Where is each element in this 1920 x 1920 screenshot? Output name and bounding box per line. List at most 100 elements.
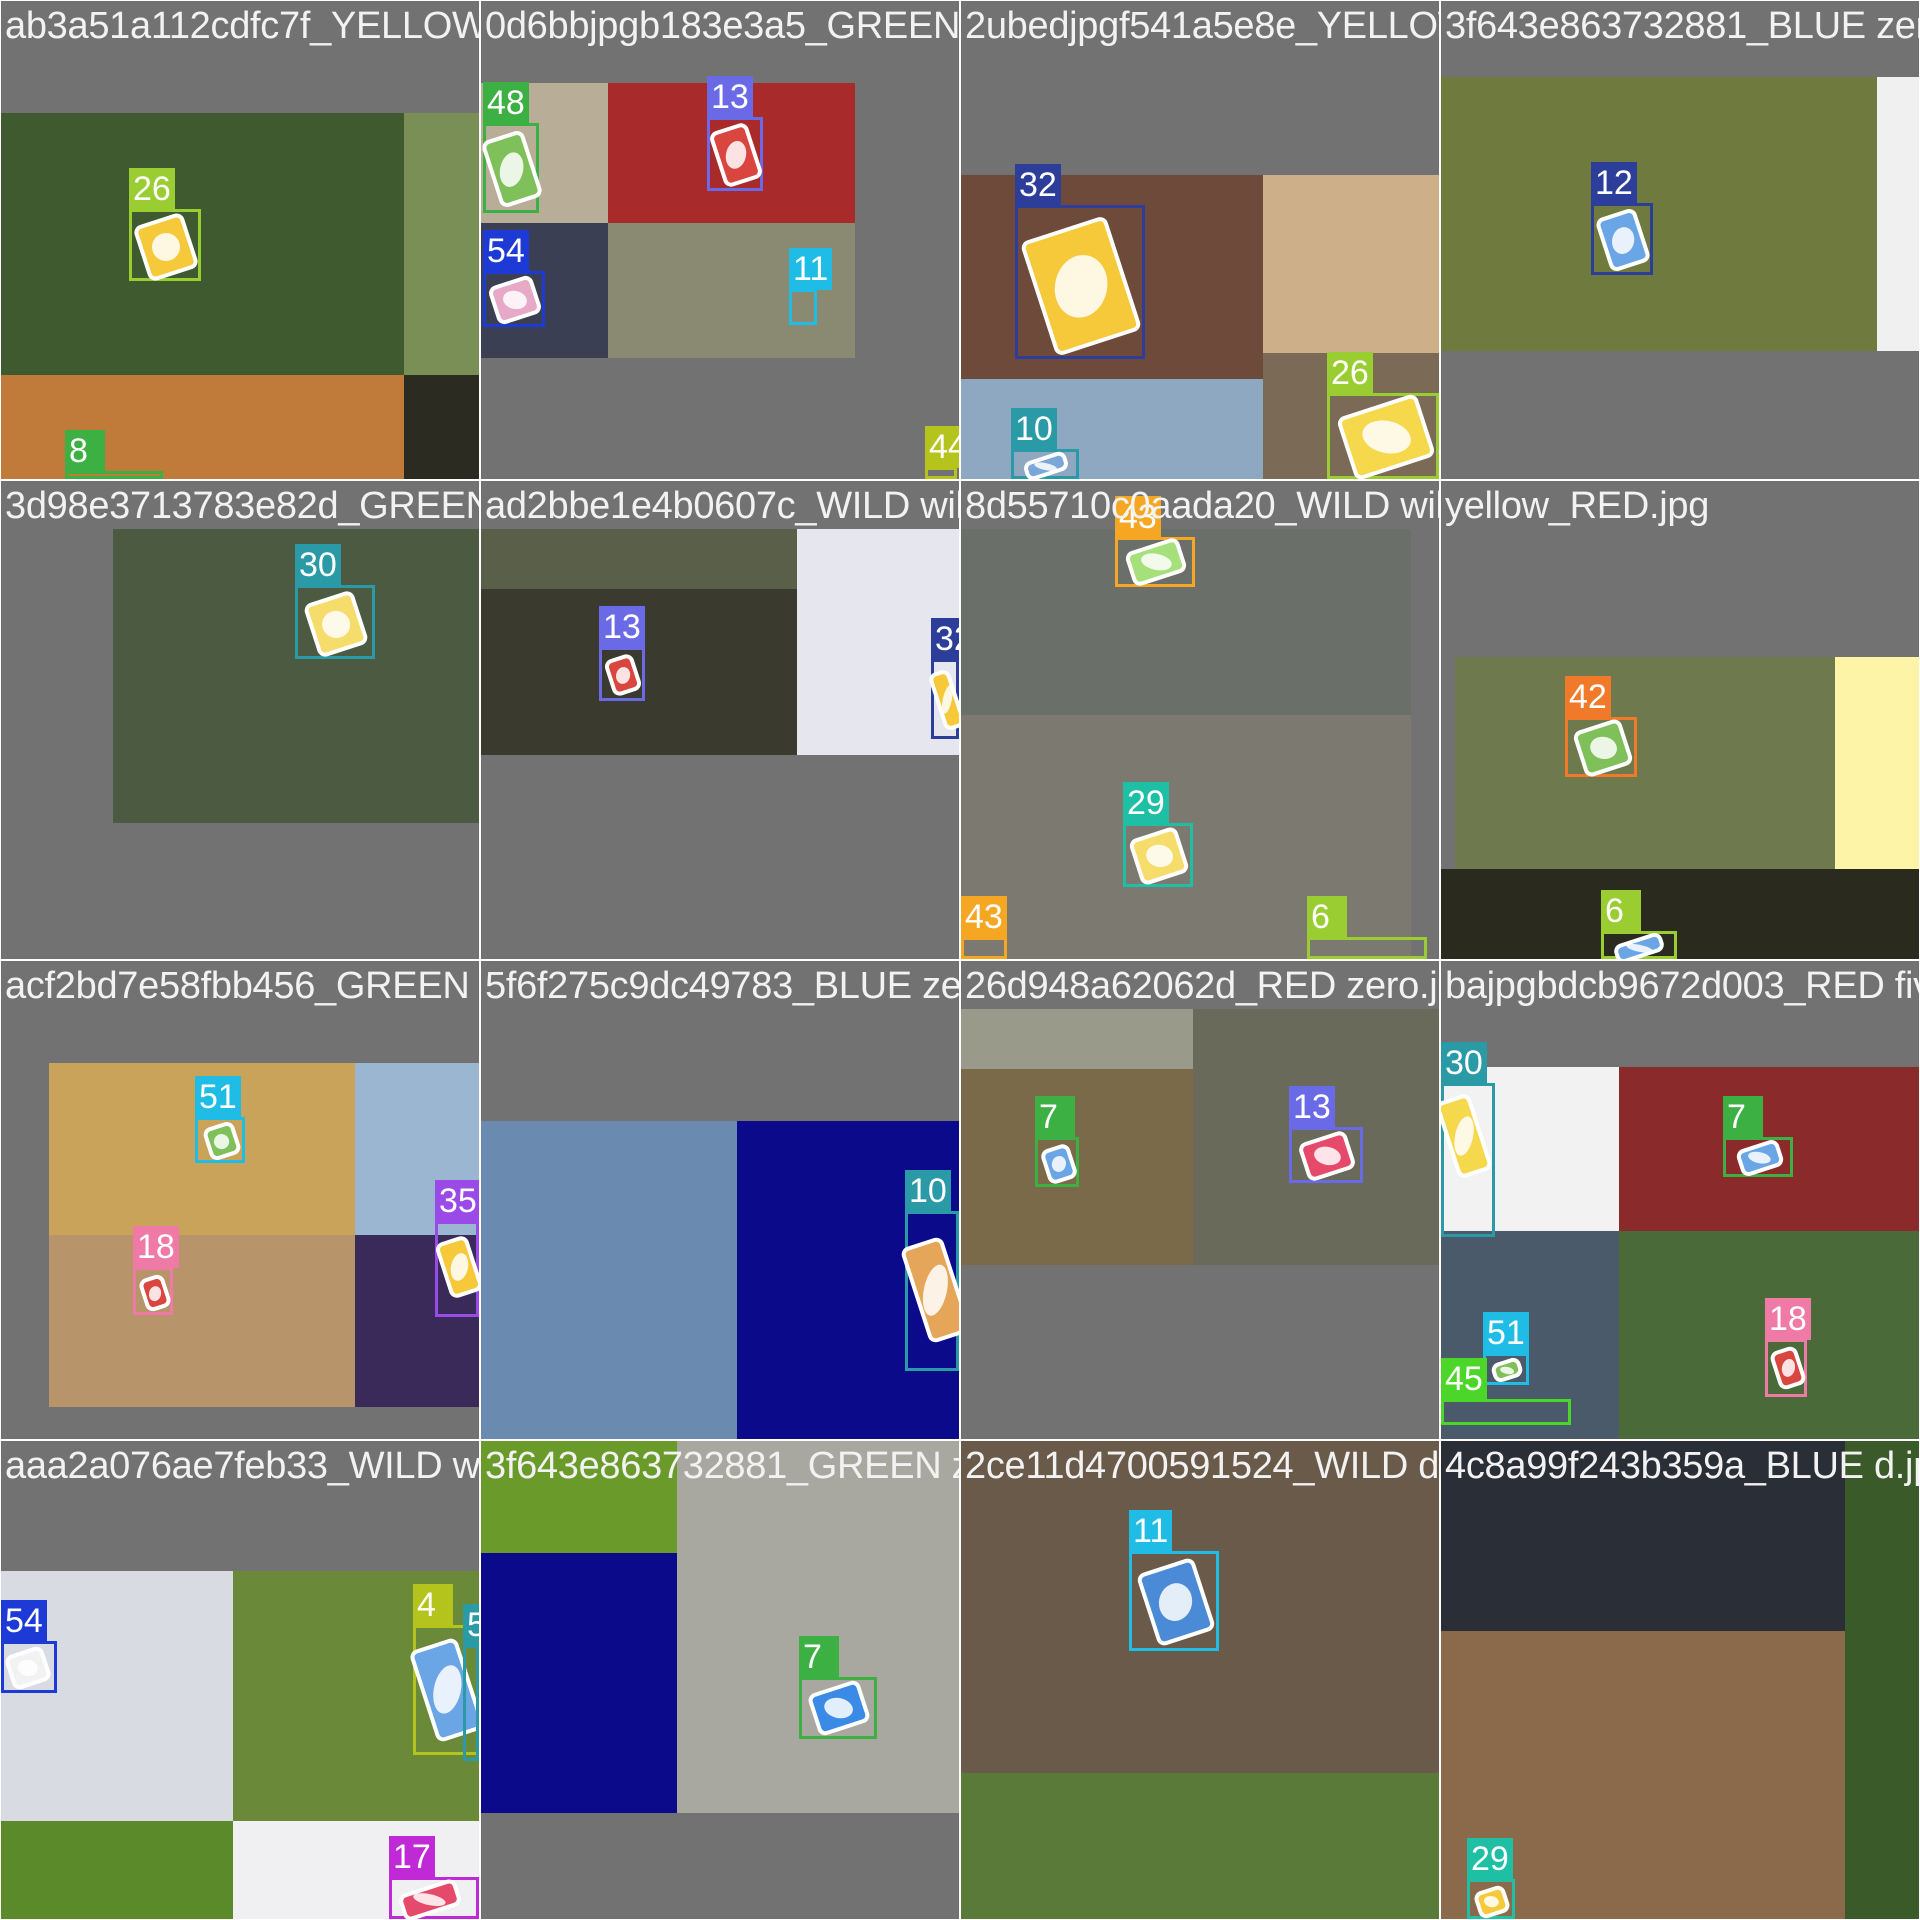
detection-label: 13 — [1289, 1086, 1335, 1128]
detection-box: 43 — [961, 896, 1007, 959]
detection-label: 54 — [483, 230, 529, 272]
detection-box: 18 — [1765, 1298, 1811, 1397]
uno-card — [433, 1234, 479, 1300]
detection-label: 18 — [133, 1226, 179, 1268]
detection-label: 17 — [389, 1836, 435, 1878]
detection-label: 11 — [1129, 1510, 1173, 1552]
uno-card — [1297, 1129, 1357, 1183]
detection-label: 43 — [961, 896, 1007, 938]
detection-box: 32 — [1015, 164, 1145, 359]
detection-label: 26 — [1327, 352, 1373, 394]
detection-box: 26 — [129, 168, 201, 283]
detection-label: 51 — [195, 1076, 241, 1118]
photo — [481, 1121, 737, 1439]
image-filename: 3f643e863732881_BLUE zero.jpg — [1445, 5, 1919, 47]
image-filename: 0d6bbjpgb183e3a5_GREEN 2ub7.jpg — [485, 5, 959, 47]
uno-card — [302, 589, 370, 659]
detection-label: 7 — [1035, 1096, 1075, 1138]
detection-box: 44 — [925, 426, 959, 479]
image-filename: ab3a51a112cdfc7f_YELLOW 0.jpg — [5, 5, 479, 47]
uno-card — [1019, 215, 1143, 357]
uno-card — [201, 1119, 243, 1163]
detection-label: 50 — [463, 1604, 479, 1646]
detection-label: 32 — [931, 618, 959, 660]
detection-box: 10 — [899, 1170, 959, 1371]
detection-box: 48 — [481, 82, 544, 213]
detection-box: 29 — [1467, 1838, 1515, 1919]
uno-card — [1734, 1137, 1786, 1179]
detection-label: 8 — [65, 430, 105, 472]
photo — [481, 1553, 677, 1813]
detection-label: 10 — [905, 1170, 951, 1212]
uno-card — [1135, 1556, 1217, 1648]
tile: 30 7 18 51 45 bajpgbdcb9672d003_RED five… — [1441, 961, 1919, 1439]
detection-box: 7 — [1035, 1096, 1079, 1187]
image-filename: bajpgbdcb9672d003_RED five.jpg — [1445, 965, 1919, 1007]
photo — [404, 113, 479, 375]
uno-card — [899, 1235, 959, 1345]
uno-card — [1571, 717, 1635, 779]
image-filename: 26d948a62062d_RED zero.jpg — [965, 965, 1439, 1007]
tile: 29 4c8a99f243b359a_BLUE d.jpg — [1441, 1441, 1919, 1919]
detection-box: 32 — [927, 618, 959, 739]
photo — [1877, 77, 1919, 351]
tile: 7 13 26d948a62062d_RED zero.jpg — [961, 961, 1439, 1439]
detection-label: 6 — [1601, 890, 1641, 932]
detection-label: 48 — [483, 82, 529, 124]
detection-box: 6 — [1601, 890, 1677, 959]
photo — [1, 113, 404, 375]
photo — [1845, 1441, 1919, 1919]
uno-card — [1612, 930, 1666, 959]
photo — [1441, 77, 1877, 351]
detection-box: 7 — [799, 1636, 877, 1739]
uno-card — [1127, 825, 1191, 887]
detection-label: 44 — [925, 426, 959, 468]
tile: 7 3f643e863732881_GREEN zero.jpg — [481, 1441, 959, 1919]
photo — [961, 1773, 1439, 1919]
image-filename: acf2bd7e58fbb456_GREEN 5.jpg — [5, 965, 479, 1007]
tile: 11 2ce11d4700591524_WILD draw.jpg — [961, 1441, 1439, 1919]
detection-box: 54 — [483, 230, 545, 327]
uno-card — [1123, 536, 1189, 588]
uno-card — [602, 652, 644, 698]
tile: 30 3d98e3713783e82d_GREEN 2.jpg — [1, 481, 479, 959]
image-filename: yellow_RED.jpg — [1445, 485, 1710, 527]
image-filename: 2ce11d4700591524_WILD draw.jpg — [965, 1445, 1439, 1487]
mosaic-grid: 26 8 ab3a51a112cdfc7f_YELLOW 0.jpg 48 13… — [0, 0, 1920, 1920]
tile: 51 18 35 acf2bd7e58fbb456_GREEN 5.jpg — [1, 961, 479, 1439]
tile: 26 8 ab3a51a112cdfc7f_YELLOW 0.jpg — [1, 1, 479, 479]
uno-card — [132, 211, 200, 283]
detection-box: 11 — [789, 248, 833, 325]
detection-box: 18 — [133, 1226, 179, 1315]
detection-label: 32 — [1015, 164, 1061, 206]
uno-card — [397, 1877, 463, 1919]
detection-label: 11 — [789, 248, 833, 290]
detection-box: 30 — [295, 544, 375, 659]
detection-box: 43 — [1115, 496, 1195, 588]
detection-box: 35 — [433, 1180, 479, 1317]
tile: 43 29 43 6 8d55710c0aada20_WILD wild.jpg — [961, 481, 1439, 959]
image-filename: 5f6f275c9dc49783_BLUE zero.jpg — [485, 965, 959, 1007]
photo — [1835, 657, 1919, 869]
detection-label: 29 — [1467, 1838, 1513, 1880]
uno-card — [3, 1644, 53, 1692]
tile: 32 10 26 2ubedjpgf541a5e8e_YELLOW 9zoo.j… — [961, 1, 1439, 479]
detection-box: 26 — [1327, 352, 1439, 479]
detection-label: 30 — [295, 544, 341, 586]
detection-label: 29 — [1123, 782, 1169, 824]
detection-label: 45 — [1441, 1358, 1487, 1400]
detection-label: 51 — [1483, 1312, 1529, 1354]
tile: 13 32 ad2bbe1e4b0607c_WILD wild.jpg — [481, 481, 959, 959]
photo — [677, 1441, 959, 1813]
tile: 54 4 50 17 aaa2a076ae7feb33_WILD wild.jp… — [1, 1441, 479, 1919]
image-filename: 3f643e863732881_GREEN zero.jpg — [485, 1445, 959, 1487]
uno-card — [1594, 206, 1652, 274]
detection-label: 13 — [599, 606, 645, 648]
image-filename: 8d55710c0aada20_WILD wild.jpg — [965, 485, 1439, 527]
tile: 48 13 54 11 44 0d6bbjpgb183e3a5_GREEN 2u… — [481, 1, 959, 479]
uno-card — [708, 121, 764, 189]
photo — [1455, 657, 1835, 869]
detection-box: 7 — [1723, 1096, 1793, 1179]
uno-card — [137, 1272, 173, 1314]
detection-label: 10 — [1011, 408, 1057, 450]
